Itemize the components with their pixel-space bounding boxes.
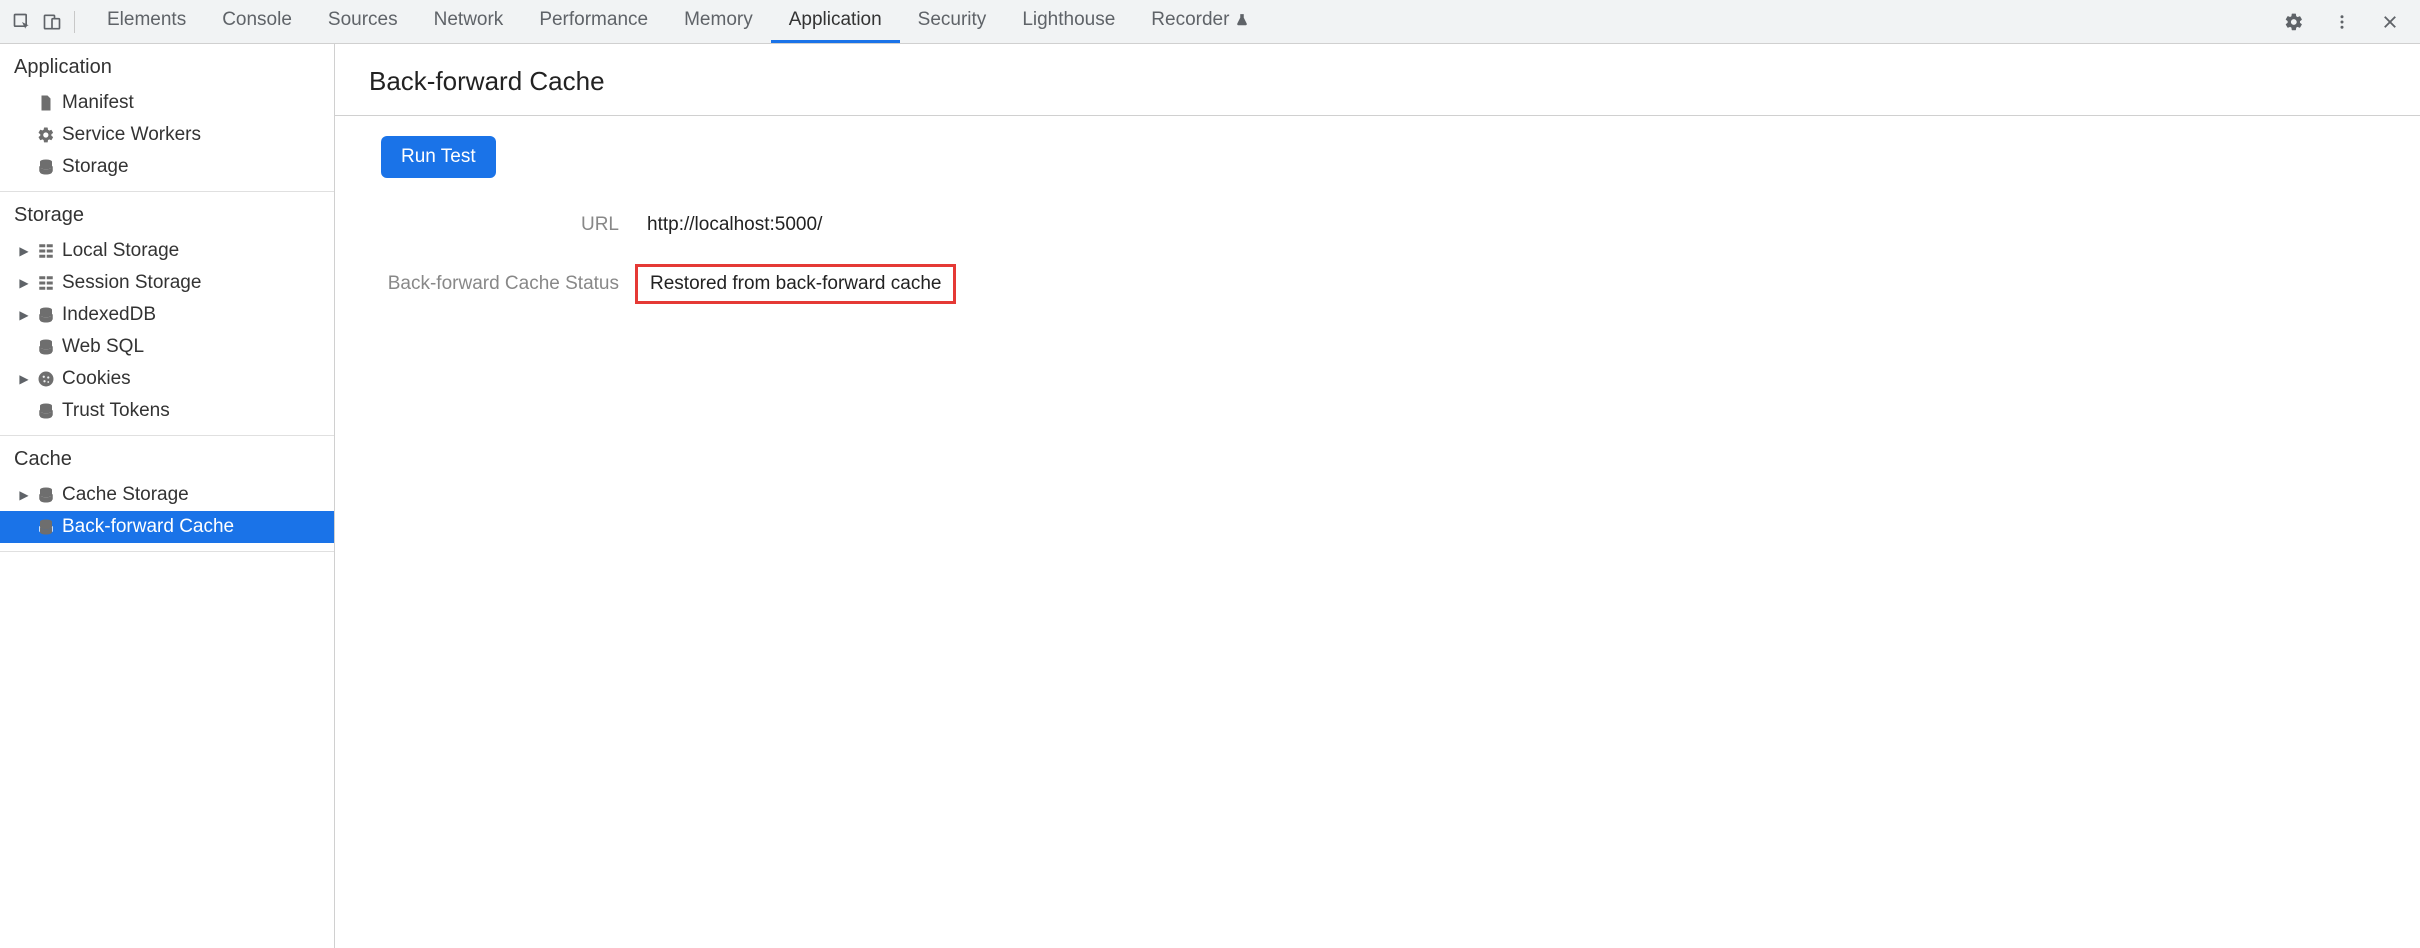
gear-icon xyxy=(36,125,56,145)
tab-label: Security xyxy=(918,9,987,31)
sidebar-item-label: Cookies xyxy=(62,368,131,390)
tab-lighthouse[interactable]: Lighthouse xyxy=(1004,0,1133,43)
db-icon xyxy=(36,517,56,537)
grid-icon xyxy=(36,241,56,261)
db-icon xyxy=(36,157,56,177)
db-icon xyxy=(36,485,56,505)
sidebar-group-title: Application xyxy=(0,44,334,87)
devtools-toolbar: Elements Console Sources Network Performance… xyxy=(0,0,2420,44)
sidebar-item-label: Session Storage xyxy=(62,272,201,294)
sidebar-item-trust-tokens[interactable]: Trust Tokens xyxy=(0,395,334,427)
flask-icon xyxy=(1235,13,1249,27)
devtools-tabs: Elements Console Sources Network Performance… xyxy=(89,0,1267,43)
tab-recorder[interactable]: Recorder xyxy=(1133,0,1267,43)
grid-icon xyxy=(36,273,56,293)
sidebar-group-title: Storage xyxy=(0,192,334,235)
file-icon xyxy=(36,93,56,113)
sidebar-group-title: Cache xyxy=(0,436,334,479)
sidebar-group: Cache ▶ Cache Storage Back-forward Cache xyxy=(0,436,334,552)
info-label: Back-forward Cache Status xyxy=(381,273,635,295)
device-toggle-icon[interactable] xyxy=(38,8,66,36)
tab-sources[interactable]: Sources xyxy=(310,0,416,43)
info-label: URL xyxy=(381,214,635,236)
tab-console[interactable]: Console xyxy=(204,0,310,43)
tab-application[interactable]: Application xyxy=(771,0,900,43)
tab-performance[interactable]: Performance xyxy=(521,0,666,43)
main-area: Application Manifest Service Workers Storag… xyxy=(0,44,2420,948)
tab-label: Memory xyxy=(684,9,753,31)
sidebar-item-label: Trust Tokens xyxy=(62,400,170,422)
toolbar-divider xyxy=(74,11,75,33)
sidebar-item-back-forward-cache[interactable]: Back-forward Cache xyxy=(0,511,334,543)
tab-network[interactable]: Network xyxy=(416,0,522,43)
tab-label: Application xyxy=(789,9,882,31)
content-body: Run Test URLhttp://localhost:5000/Back-f… xyxy=(335,116,2420,304)
sidebar-item-storage[interactable]: Storage xyxy=(0,151,334,183)
caret-right-icon: ▶ xyxy=(18,489,30,501)
info-row: Back-forward Cache StatusRestored from b… xyxy=(381,264,2420,304)
tab-label: Lighthouse xyxy=(1022,9,1115,31)
sidebar-item-cookies[interactable]: ▶ Cookies xyxy=(0,363,334,395)
tab-label: Elements xyxy=(107,9,186,31)
tab-label: Recorder xyxy=(1151,9,1229,31)
content-pane: Back-forward Cache Run Test URLhttp://lo… xyxy=(335,44,2420,948)
page-title: Back-forward Cache xyxy=(335,44,2420,116)
sidebar-item-label: Cache Storage xyxy=(62,484,189,506)
sidebar-item-session-storage[interactable]: ▶ Session Storage xyxy=(0,267,334,299)
settings-icon[interactable] xyxy=(2280,8,2308,36)
tab-elements[interactable]: Elements xyxy=(89,0,204,43)
info-row: URLhttp://localhost:5000/ xyxy=(381,208,2420,242)
sidebar-group: Storage ▶ Local Storage ▶ Session Storage ▶ In… xyxy=(0,192,334,436)
tab-label: Console xyxy=(222,9,292,31)
toolbar-right xyxy=(2280,8,2412,36)
sidebar-item-indexeddb[interactable]: ▶ IndexedDB xyxy=(0,299,334,331)
caret-right-icon: ▶ xyxy=(18,277,30,289)
more-icon[interactable] xyxy=(2328,8,2356,36)
close-icon[interactable] xyxy=(2376,8,2404,36)
db-icon xyxy=(36,337,56,357)
sidebar-item-label: Local Storage xyxy=(62,240,179,262)
caret-right-icon: ▶ xyxy=(18,245,30,257)
sidebar-item-label: Back-forward Cache xyxy=(62,516,234,538)
info-value: Restored from back-forward cache xyxy=(635,264,956,304)
cookie-icon xyxy=(36,369,56,389)
tab-memory[interactable]: Memory xyxy=(666,0,771,43)
tab-security[interactable]: Security xyxy=(900,0,1005,43)
inspect-icon[interactable] xyxy=(8,8,36,36)
caret-right-icon: ▶ xyxy=(18,373,30,385)
tab-label: Sources xyxy=(328,9,398,31)
sidebar-item-label: Manifest xyxy=(62,92,134,114)
db-icon xyxy=(36,401,56,421)
sidebar-item-manifest[interactable]: Manifest xyxy=(0,87,334,119)
sidebar-item-service-workers[interactable]: Service Workers xyxy=(0,119,334,151)
sidebar-item-local-storage[interactable]: ▶ Local Storage xyxy=(0,235,334,267)
sidebar-item-web-sql[interactable]: Web SQL xyxy=(0,331,334,363)
info-table: URLhttp://localhost:5000/Back-forward Ca… xyxy=(381,208,2420,304)
tab-label: Performance xyxy=(539,9,648,31)
caret-right-icon: ▶ xyxy=(18,309,30,321)
sidebar-item-cache-storage[interactable]: ▶ Cache Storage xyxy=(0,479,334,511)
sidebar-item-label: Web SQL xyxy=(62,336,144,358)
db-icon xyxy=(36,305,56,325)
sidebar-item-label: IndexedDB xyxy=(62,304,156,326)
sidebar-item-label: Service Workers xyxy=(62,124,201,146)
info-value: http://localhost:5000/ xyxy=(635,208,834,242)
sidebar-item-label: Storage xyxy=(62,156,129,178)
tab-label: Network xyxy=(434,9,504,31)
run-test-button[interactable]: Run Test xyxy=(381,136,496,178)
application-sidebar: Application Manifest Service Workers Storag… xyxy=(0,44,335,948)
sidebar-group: Application Manifest Service Workers Storag… xyxy=(0,44,334,192)
